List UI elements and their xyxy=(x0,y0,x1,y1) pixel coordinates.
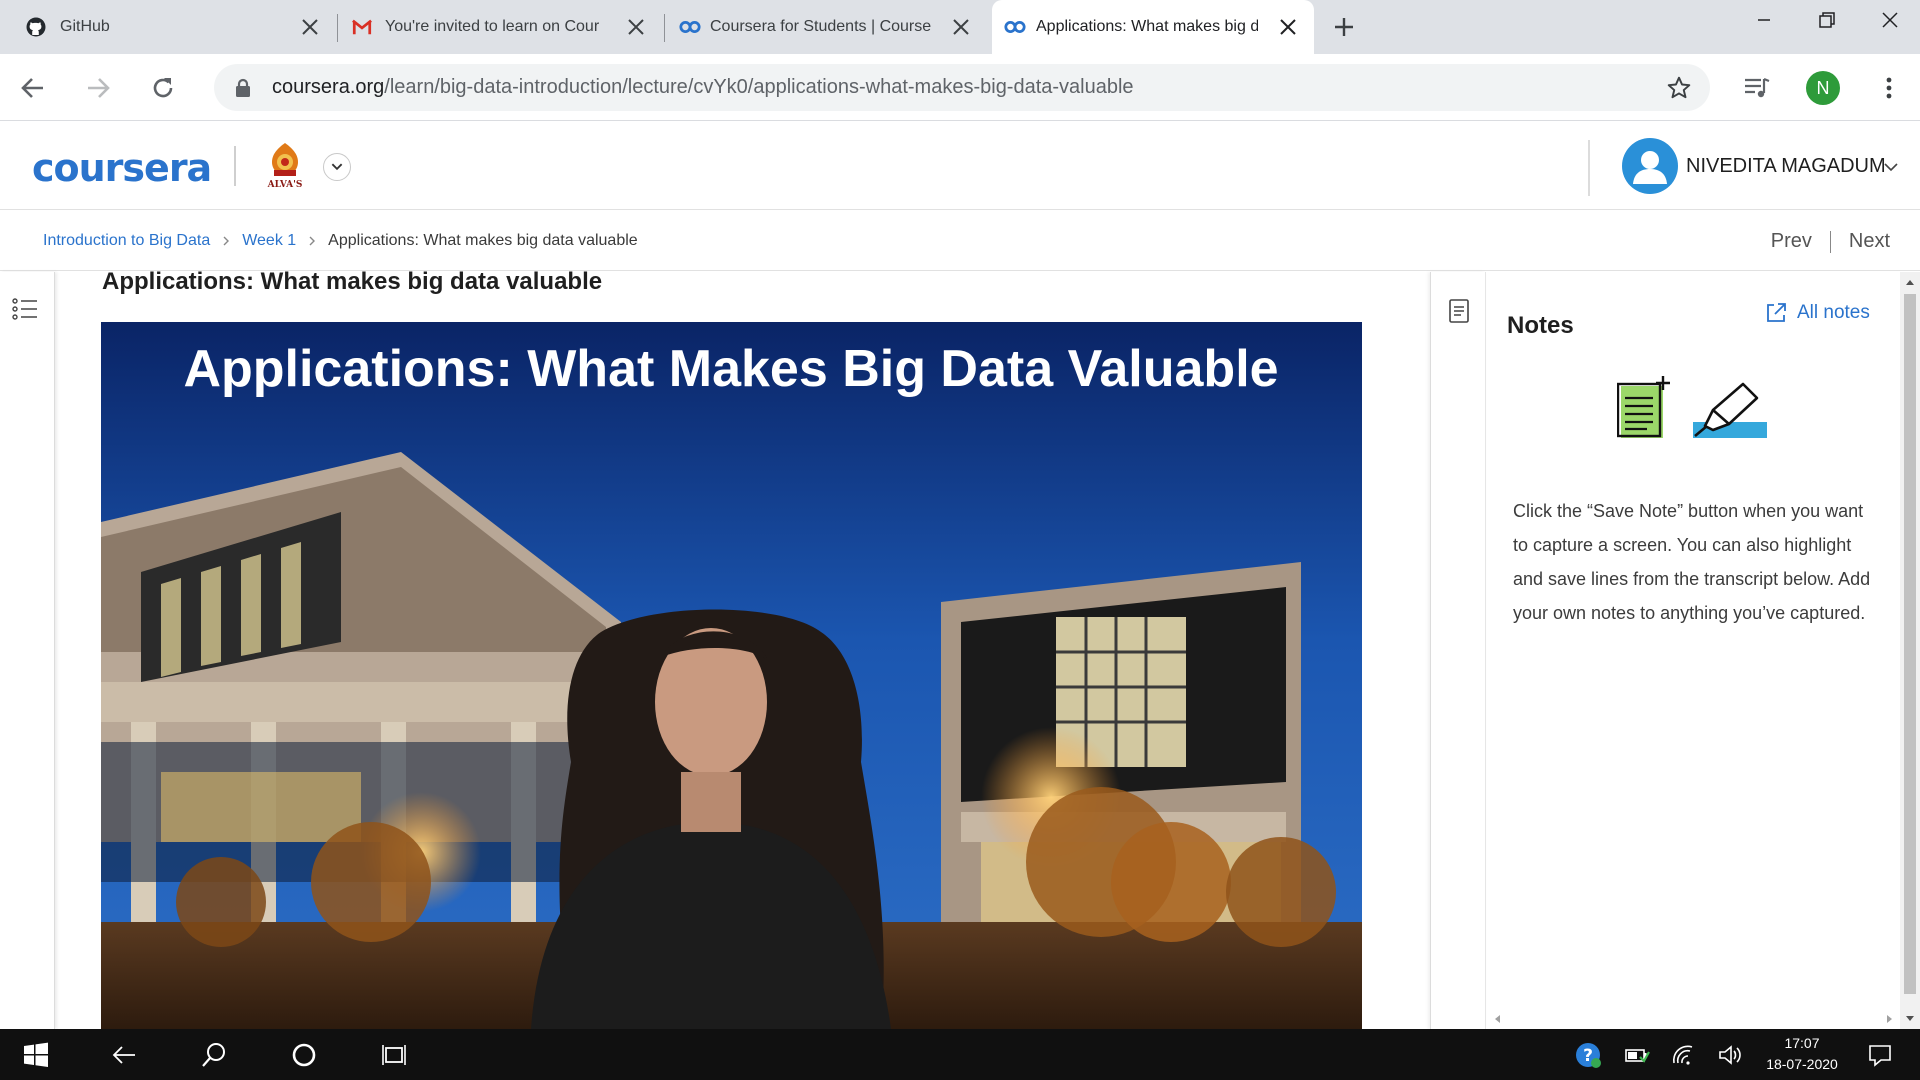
user-name[interactable]: NIVEDITA MAGADUM xyxy=(1686,155,1886,178)
forward-icon[interactable] xyxy=(84,74,112,102)
lecture-title: Applications: What makes big data valuab… xyxy=(102,268,603,295)
scroll-right-icon[interactable] xyxy=(1884,1013,1896,1025)
system-clock[interactable]: 17:07 18-07-2020 xyxy=(1752,1033,1852,1075)
coursera-icon xyxy=(1004,21,1026,33)
user-avatar[interactable] xyxy=(1622,138,1678,194)
add-note-icon xyxy=(1617,376,1670,438)
volume-icon[interactable] xyxy=(1716,1041,1744,1069)
user-icon xyxy=(1633,151,1667,184)
browser-tab-strip: GitHub You're invited to learn on Cour C… xyxy=(0,0,1920,54)
windows-taskbar: ? 17:07 18-07-2020 xyxy=(0,1029,1920,1080)
org-logo-text: ALVA'S xyxy=(267,180,303,190)
notes-panel: Notes All notes Click the “Save Note” bu… xyxy=(1487,272,1899,1029)
tab-coursera-students[interactable]: Coursera for Students | Course xyxy=(665,0,991,54)
notes-description: Click the “Save Note” button when you wa… xyxy=(1513,501,1871,623)
help-icon[interactable]: ? xyxy=(1574,1041,1602,1069)
notes-icon[interactable] xyxy=(1447,298,1471,324)
url-host: coursera.org xyxy=(272,76,385,98)
url-text[interactable]: coursera.org/learn/big-data-introduction… xyxy=(272,76,1134,99)
close-tab-icon[interactable] xyxy=(951,17,971,37)
restore-icon[interactable] xyxy=(1815,8,1839,32)
url-path: /learn/big-data-introduction/lecture/cvY… xyxy=(384,76,1134,98)
course-outline-rail xyxy=(0,272,55,1029)
notes-toggle-strip xyxy=(1430,272,1486,1029)
tab-title: You're invited to learn on Cour xyxy=(385,18,600,35)
clock-time: 17:07 xyxy=(1784,1035,1820,1051)
header-divider xyxy=(234,146,236,186)
prev-button[interactable]: Prev xyxy=(1771,230,1812,253)
close-window-icon[interactable] xyxy=(1878,8,1902,32)
all-notes-label: All notes xyxy=(1797,302,1870,323)
tab-github[interactable]: GitHub xyxy=(0,0,336,54)
breadcrumb-current: Applications: What makes big data valuab… xyxy=(328,232,638,249)
all-notes-link[interactable]: All notes xyxy=(1765,302,1870,324)
close-tab-icon[interactable] xyxy=(300,17,320,37)
gmail-icon xyxy=(352,19,372,35)
chevron-right-icon xyxy=(309,236,316,246)
video-slide-title: Applications: What Makes Big Data Valuab… xyxy=(183,340,1278,398)
search-icon[interactable] xyxy=(200,1041,228,1069)
breadcrumb-week-link[interactable]: Week 1 xyxy=(242,232,296,250)
profile-avatar[interactable]: N xyxy=(1806,71,1840,105)
bookmark-star-icon[interactable] xyxy=(1666,75,1692,101)
close-tab-icon[interactable] xyxy=(626,17,646,37)
tab-gmail[interactable]: You're invited to learn on Cour xyxy=(338,0,664,54)
pager-divider xyxy=(1829,230,1831,253)
course-outline-icon[interactable] xyxy=(12,296,38,322)
tab-title: Applications: What makes big d xyxy=(1036,18,1258,35)
highlighter-icon xyxy=(1693,382,1767,438)
chevron-down-icon[interactable] xyxy=(1882,158,1900,176)
media-control-icon[interactable] xyxy=(1742,73,1772,103)
browser-toolbar: coursera.org/learn/big-data-introduction… xyxy=(0,54,1920,121)
vertical-scrollbar[interactable] xyxy=(1900,272,1920,1029)
scroll-down-icon[interactable] xyxy=(1904,1013,1916,1025)
minimize-icon[interactable] xyxy=(1752,8,1776,32)
next-button[interactable]: Next xyxy=(1849,230,1890,253)
tab-title: GitHub xyxy=(60,18,110,35)
scrollbar-thumb[interactable] xyxy=(1904,294,1916,994)
windows-start-icon[interactable] xyxy=(22,1041,50,1069)
back-arrow-icon[interactable] xyxy=(110,1041,138,1069)
menu-kebab-icon[interactable] xyxy=(1874,73,1904,103)
video-frame: Applications: What Makes Big Data Valuab… xyxy=(101,322,1362,1029)
coursera-icon xyxy=(679,21,701,33)
alvas-org-logo[interactable]: ALVA'S xyxy=(260,140,310,192)
tab-title: Coursera for Students | Course xyxy=(710,18,932,35)
back-icon[interactable] xyxy=(19,74,47,102)
wifi-icon[interactable] xyxy=(1670,1041,1698,1069)
lock-icon[interactable] xyxy=(234,78,252,98)
new-tab-icon[interactable] xyxy=(1332,15,1356,39)
site-header: coursera ALVA'S NIVEDITA MAGADUM xyxy=(0,122,1920,210)
horizontal-scrollbar[interactable] xyxy=(1487,1009,1900,1029)
github-icon xyxy=(26,17,46,37)
chevron-down-icon xyxy=(331,163,343,171)
battery-icon[interactable] xyxy=(1622,1041,1650,1069)
clock-date: 18-07-2020 xyxy=(1766,1056,1838,1072)
lecture-pager: Prev Next xyxy=(1771,230,1890,253)
address-bar[interactable]: coursera.org/learn/big-data-introduction… xyxy=(214,64,1710,111)
close-tab-icon[interactable] xyxy=(1278,17,1298,37)
cortana-icon[interactable] xyxy=(290,1041,318,1069)
tab-active-lecture[interactable]: Applications: What makes big d xyxy=(992,0,1314,54)
external-link-icon xyxy=(1767,303,1786,322)
notes-title: Notes xyxy=(1507,312,1574,339)
video-player[interactable]: Applications: What Makes Big Data Valuab… xyxy=(101,322,1362,1029)
scroll-left-icon[interactable] xyxy=(1491,1013,1503,1025)
org-switch-dropdown[interactable] xyxy=(323,153,351,181)
header-divider xyxy=(1588,140,1590,196)
task-view-icon[interactable] xyxy=(380,1041,408,1069)
chevron-right-icon xyxy=(223,236,230,246)
scroll-up-icon[interactable] xyxy=(1904,276,1916,288)
action-center-icon[interactable] xyxy=(1866,1041,1894,1069)
breadcrumb: Introduction to Big Data Week 1 Applicat… xyxy=(43,232,638,250)
breadcrumb-bar: Introduction to Big Data Week 1 Applicat… xyxy=(0,211,1920,271)
coursera-logo[interactable]: coursera xyxy=(32,146,212,190)
reload-icon[interactable] xyxy=(149,74,177,102)
breadcrumb-course-link[interactable]: Introduction to Big Data xyxy=(43,232,210,250)
